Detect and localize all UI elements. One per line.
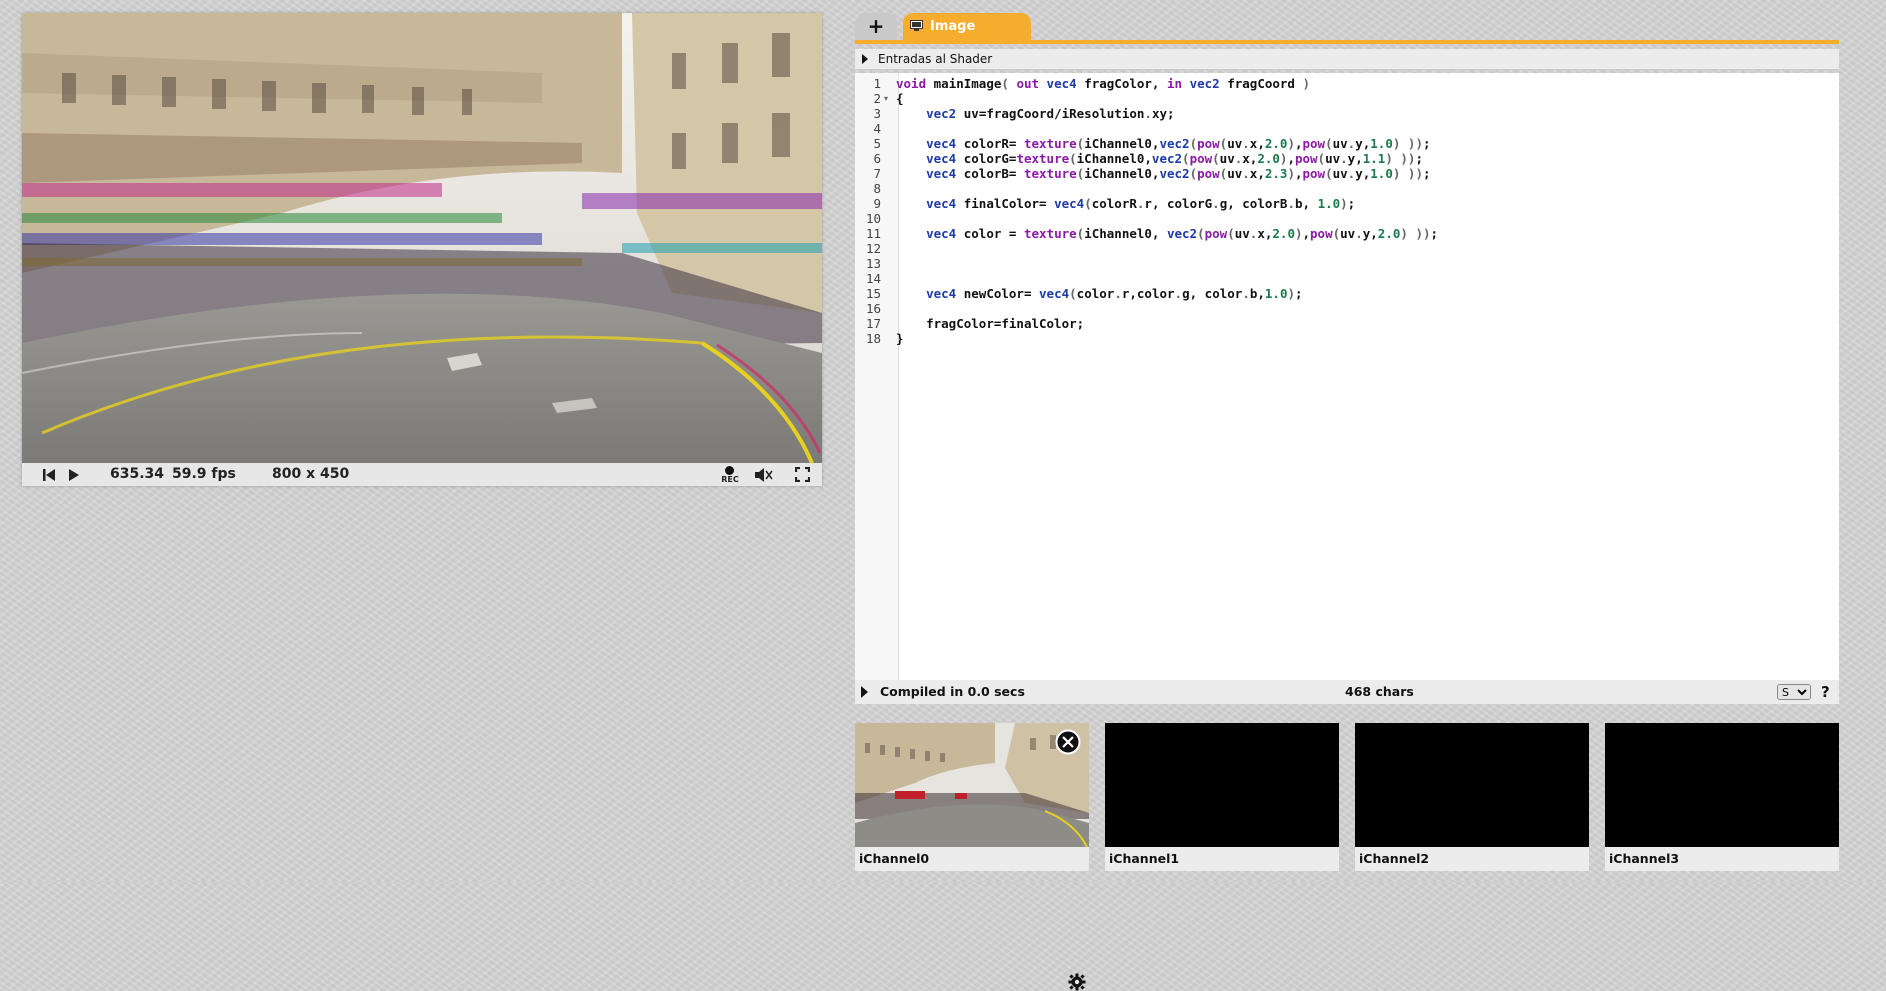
code-line[interactable]: { [896, 91, 904, 106]
close-icon[interactable] [1055, 729, 1081, 755]
fullscreen-icon [794, 466, 811, 483]
channel-1-label: iChannel1 [1109, 851, 1180, 866]
fps-readout: 59.9 fps [172, 466, 236, 482]
shader-player: 635.34 59.9 fps 800 x 450 REC [22, 13, 822, 486]
play-button[interactable] [68, 463, 82, 486]
channel-2-label-bar: iChannel2 [1355, 847, 1589, 871]
line-number: 2 [873, 91, 881, 106]
time-readout: 635.34 [110, 466, 165, 482]
channel-slot-0: iChannel0 [855, 723, 1089, 991]
channel-1-texture[interactable] [1105, 723, 1339, 847]
mute-button[interactable] [754, 463, 776, 486]
line-number: 5 [873, 136, 881, 151]
line-number: 11 [865, 226, 881, 241]
shader-inputs-label: Entradas al Shader [878, 52, 993, 66]
channel-slot-2: iChannel2 [1355, 723, 1589, 871]
gear-icon[interactable] [1068, 973, 1086, 991]
line-number: 14 [865, 271, 881, 286]
code-line[interactable]: vec4 colorR= texture(iChannel0,vec2(pow(… [896, 136, 1430, 151]
fullscreen-button[interactable] [794, 463, 811, 486]
street-scene-render [22, 13, 822, 463]
channel-1-label-bar: iChannel1 [1105, 847, 1339, 871]
channel-slot-3: iChannel3 [1605, 723, 1839, 871]
resolution-readout: 800 x 450 [272, 466, 350, 482]
channel-2-texture[interactable] [1355, 723, 1589, 847]
channel-3-label: iChannel3 [1609, 851, 1680, 866]
channel-0-label-bar: iChannel0 [855, 847, 1089, 991]
channel-2-label: iChannel2 [1359, 851, 1430, 866]
shader-output-canvas[interactable] [22, 13, 822, 463]
channel-3-texture[interactable] [1605, 723, 1839, 847]
record-button[interactable]: REC [718, 463, 742, 486]
editor-status-bar: Compiled in 0.0 secs 468 chars S ? [855, 680, 1839, 704]
channel-0-texture[interactable] [855, 723, 1089, 847]
play-icon [69, 469, 79, 481]
code-line[interactable]: fragColor=finalColor; [896, 316, 1084, 331]
street-texture-thumbnail [855, 723, 1089, 847]
compile-button[interactable] [861, 686, 868, 698]
record-label: REC [721, 475, 739, 484]
code-line[interactable]: vec2 uv=fragCoord/iResolution.xy; [896, 106, 1174, 121]
line-number: 10 [865, 211, 881, 226]
line-number: 8 [873, 181, 881, 196]
skip-back-icon [43, 469, 55, 481]
line-number: 9 [873, 196, 881, 211]
tab-image[interactable]: Image [903, 13, 1031, 40]
code-area[interactable]: 1 2 ▾ 3 4 5 6 7 8 9 10 11 12 13 14 15 16 17 18 void mainIm… [855, 73, 1839, 680]
monitor-icon [910, 20, 923, 31]
compile-status: Compiled in 0.0 secs [880, 684, 1025, 699]
code-line[interactable]: } [896, 331, 904, 346]
char-count: 468 chars [1345, 684, 1414, 699]
channel-slot-1: iChannel1 [1105, 723, 1339, 871]
code-line[interactable]: vec4 colorG=texture(iChannel0,vec2(pow(u… [896, 151, 1423, 166]
tab-underline [855, 40, 1839, 44]
line-number: 18 [865, 331, 881, 346]
font-size-select[interactable]: S [1777, 684, 1811, 700]
code-line[interactable]: void mainImage( out vec4 fragColor, in v… [896, 76, 1310, 91]
channel-3-label-bar: iChannel3 [1605, 847, 1839, 871]
line-number: 17 [865, 316, 881, 331]
line-number: 15 [865, 286, 881, 301]
expand-arrow-icon [862, 54, 868, 64]
line-number: 3 [873, 106, 881, 121]
tab-image-label: Image [930, 19, 976, 34]
code-line[interactable]: vec4 color = texture(iChannel0, vec2(pow… [896, 226, 1438, 241]
record-icon [725, 466, 734, 475]
line-number: 1 [873, 76, 881, 91]
line-number-gutter: 1 2 ▾ 3 4 5 6 7 8 9 10 11 12 13 14 15 16 17 18 [855, 73, 899, 680]
add-tab-button[interactable]: + [855, 13, 897, 40]
code-line[interactable]: vec4 colorB= texture(iChannel0,vec2(pow(… [896, 166, 1430, 181]
line-number: 7 [873, 166, 881, 181]
line-number: 16 [865, 301, 881, 316]
code-line[interactable]: vec4 newColor= vec4(color.r,color.g, col… [896, 286, 1302, 301]
fold-arrow-icon[interactable]: ▾ [884, 91, 888, 106]
line-number: 4 [873, 121, 881, 136]
shader-inputs-toggle[interactable]: Entradas al Shader [855, 49, 1839, 70]
player-controls-bar: 635.34 59.9 fps 800 x 450 REC [22, 463, 822, 486]
line-number: 12 [865, 241, 881, 256]
speaker-mute-icon [755, 468, 773, 482]
help-button[interactable]: ? [1821, 680, 1830, 704]
line-number: 6 [873, 151, 881, 166]
rewind-button[interactable] [42, 463, 58, 486]
code-line[interactable]: vec4 finalColor= vec4(colorR.r, colorG.g… [896, 196, 1355, 211]
line-number: 13 [865, 256, 881, 271]
channel-0-label: iChannel0 [859, 851, 930, 866]
